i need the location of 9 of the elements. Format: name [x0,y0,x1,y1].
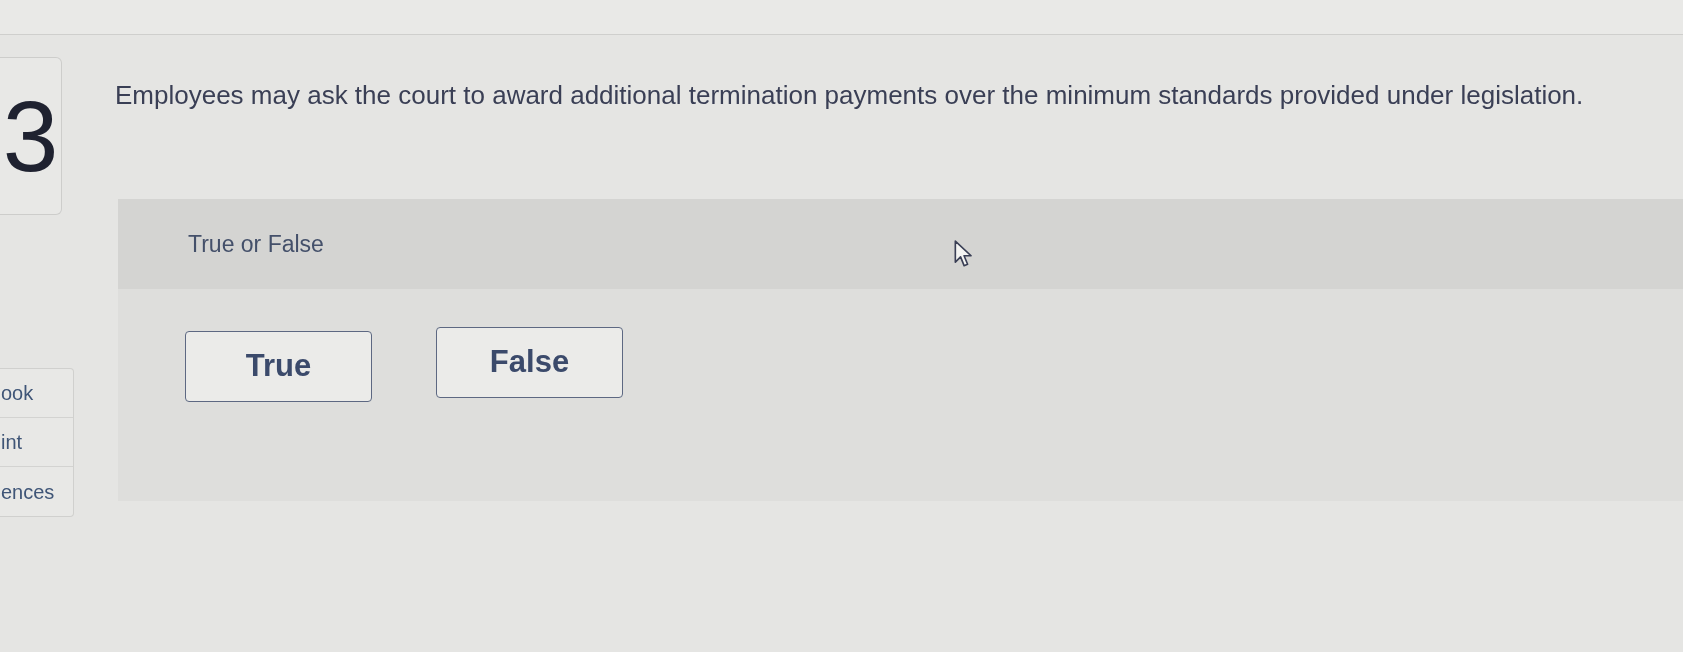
sidebar-item[interactable]: ook [0,369,73,418]
question-text: Employees may ask the court to award additional termination payments over the minimum standards provided under legislation. [115,80,1584,112]
answer-option[interactable]: True [185,331,372,403]
prompt-text: True or False [188,229,324,259]
sidebar-item[interactable]: int [0,418,73,467]
answer-option[interactable]: False [436,327,623,399]
question-number: 3 [0,57,62,215]
sidebar-item[interactable]: ences [0,467,73,516]
mouse-cursor-icon [954,240,973,268]
